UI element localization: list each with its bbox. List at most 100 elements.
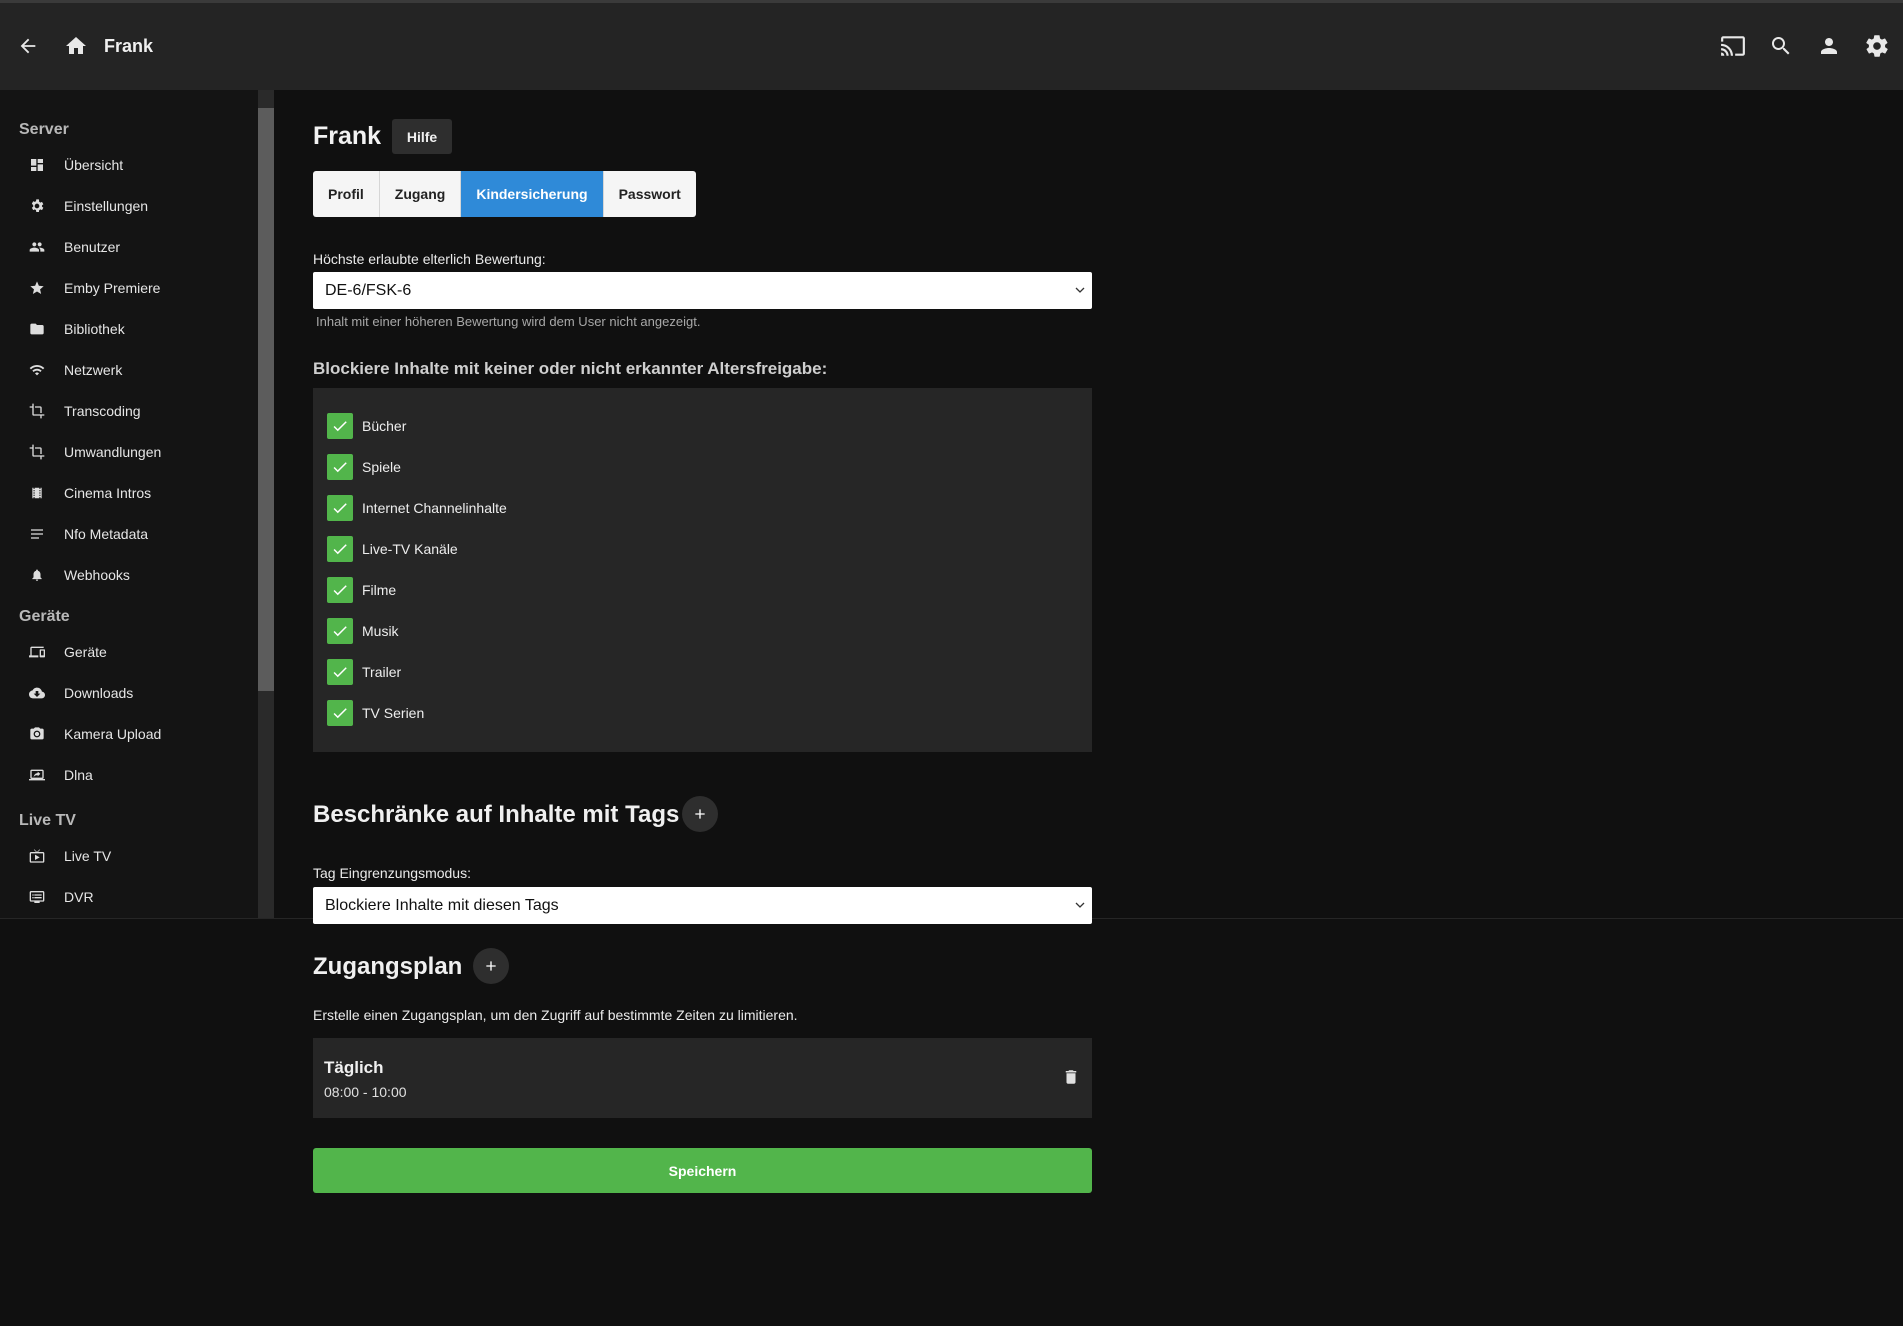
checkbox-box[interactable] [327,454,353,480]
plus-icon [486,961,496,971]
back-arrow-icon [20,38,36,54]
checkbox-box[interactable] [327,700,353,726]
help-button[interactable]: Hilfe [392,119,452,154]
sidebar-item-live-tv[interactable]: Live TV [0,835,258,876]
sidebar-item-label: Downloads [64,684,134,701]
checkbox-box[interactable] [327,536,353,562]
schedule-day: Täglich [324,1058,384,1077]
checkbox-label: Trailer [362,664,402,680]
sidebar-scrollbar-thumb[interactable] [258,108,274,691]
sidebar-item-label: Emby Premiere [64,279,161,296]
dvr-icon [29,890,45,903]
back-button[interactable] [8,26,48,66]
schedule-entry[interactable]: Täglich 08:00 - 10:00 [313,1038,1092,1118]
block-unrated-heading: Blockiere Inhalte mit keiner oder nicht … [313,359,828,378]
page-title: Frank [313,122,382,150]
cast-icon [1721,36,1745,56]
checkbox-musik[interactable]: Musik [327,617,399,645]
sidebar-item-label: Kamera Upload [64,725,162,742]
checkbox-internet-channelinhalte[interactable]: Internet Channelinhalte [327,494,507,522]
checkbox-box[interactable] [327,495,353,521]
sidebar-item-label: Geräte [64,643,107,660]
checkbox-spiele[interactable]: Spiele [327,453,401,481]
checkmark-icon [333,462,347,473]
sidebar-item-label: Nfo Metadata [64,525,149,542]
sidebar-section-geraete: Geräte [19,608,70,625]
sidebar-item-downloads[interactable]: Downloads [0,672,258,713]
cast-button[interactable] [1713,26,1753,66]
sidebar-item-label: Umwandlungen [64,443,162,460]
sidebar-item-bibliothek[interactable]: Bibliothek [0,308,258,349]
sidebar-item-umwandlungen[interactable]: Umwandlungen [0,431,258,472]
sidebar-item-label: Cinema Intros [64,484,152,501]
sidebar-section-server: Server [19,121,69,138]
search-button[interactable] [1761,26,1801,66]
checkmark-icon [333,585,347,596]
user-button[interactable] [1809,26,1849,66]
schedule-heading: Zugangsplan [313,953,463,980]
sidebar-item-einstellungen[interactable]: Einstellungen [0,185,258,226]
checkbox-box[interactable] [327,659,353,685]
home-button[interactable] [56,26,96,66]
sidebar: Server Übersicht Einstellungen Benutzer … [0,90,258,918]
tags-heading: Beschränke auf Inhalte mit Tags [313,801,680,828]
sidebar-item-kamera-upload[interactable]: Kamera Upload [0,713,258,754]
tag-mode-label: Tag Eingrenzungsmodus: [313,865,471,881]
delete-schedule-button[interactable] [1062,1067,1080,1087]
gear-icon [1866,35,1888,57]
tab-kindersicherung[interactable]: Kindersicherung [461,171,604,217]
sidebar-item-label: Webhooks [64,566,130,583]
chevron-down-icon [1075,902,1085,908]
rating-select-value: DE-6/FSK-6 [325,281,412,299]
sidebar-item-uebersicht[interactable]: Übersicht [0,144,258,185]
sidebar-item-nfo-metadata[interactable]: Nfo Metadata [0,513,258,554]
tab-passwort[interactable]: Passwort [604,171,696,217]
sidebar-item-dvr[interactable]: DVR [0,876,258,917]
sidebar-item-netzwerk[interactable]: Netzwerk [0,349,258,390]
tab-zugang[interactable]: Zugang [380,171,462,217]
block-unrated-panel: Bücher Spiele Internet Channelinhalte Li… [313,388,1092,752]
save-button[interactable]: Speichern [313,1148,1092,1193]
sidebar-item-label: Netzwerk [64,361,123,378]
search-icon [1772,37,1790,55]
folder-icon [30,323,44,334]
tag-mode-select[interactable]: Blockiere Inhalte mit diesen Tags [313,887,1092,924]
checkbox-box[interactable] [327,618,353,644]
sidebar-item-benutzer[interactable]: Benutzer [0,226,258,267]
checkbox-filme[interactable]: Filme [327,576,396,604]
sidebar-item-dlna[interactable]: Dlna [0,754,258,795]
rating-select[interactable]: DE-6/FSK-6 [313,272,1092,309]
cloud-download-icon [29,687,45,698]
checkbox-live-tv-kanaele[interactable]: Live-TV Kanäle [327,535,458,563]
sidebar-item-label: DVR [64,888,94,905]
dashboard-icon [31,158,43,171]
add-tag-button[interactable] [682,796,718,832]
schedule-time: 08:00 - 10:00 [324,1084,407,1100]
sidebar-item-geraete[interactable]: Geräte [0,631,258,672]
checkmark-icon [333,503,347,514]
settings-button[interactable] [1857,26,1897,66]
schedule-description: Erstelle einen Zugangsplan, um den Zugri… [313,1007,798,1023]
checkmark-icon [333,544,347,555]
camera-icon [30,726,44,739]
sidebar-item-label: Dlna [64,766,93,783]
checkbox-buecher[interactable]: Bücher [327,412,406,440]
checkbox-tv-serien[interactable]: TV Serien [327,699,424,727]
add-schedule-button[interactable] [473,948,509,984]
sidebar-item-cinema-intros[interactable]: Cinema Intros [0,472,258,513]
tag-mode-select-value: Blockiere Inhalte mit diesen Tags [325,896,559,914]
sidebar-item-emby-premiere[interactable]: Emby Premiere [0,267,258,308]
plus-icon [695,809,705,819]
sidebar-item-label: Einstellungen [64,197,149,214]
live-tv-icon [29,848,45,863]
tab-bar: Profil Zugang Kindersicherung Passwort [313,171,696,217]
checkbox-box[interactable] [327,577,353,603]
checkbox-box[interactable] [327,413,353,439]
sidebar-item-transcoding[interactable]: Transcoding [0,390,258,431]
tab-profil[interactable]: Profil [313,171,380,217]
sidebar-item-webhooks[interactable]: Webhooks [0,554,258,595]
checkmark-icon [333,708,347,719]
crop-icon [29,403,45,418]
checkbox-trailer[interactable]: Trailer [327,658,401,686]
devices-icon [29,646,45,657]
